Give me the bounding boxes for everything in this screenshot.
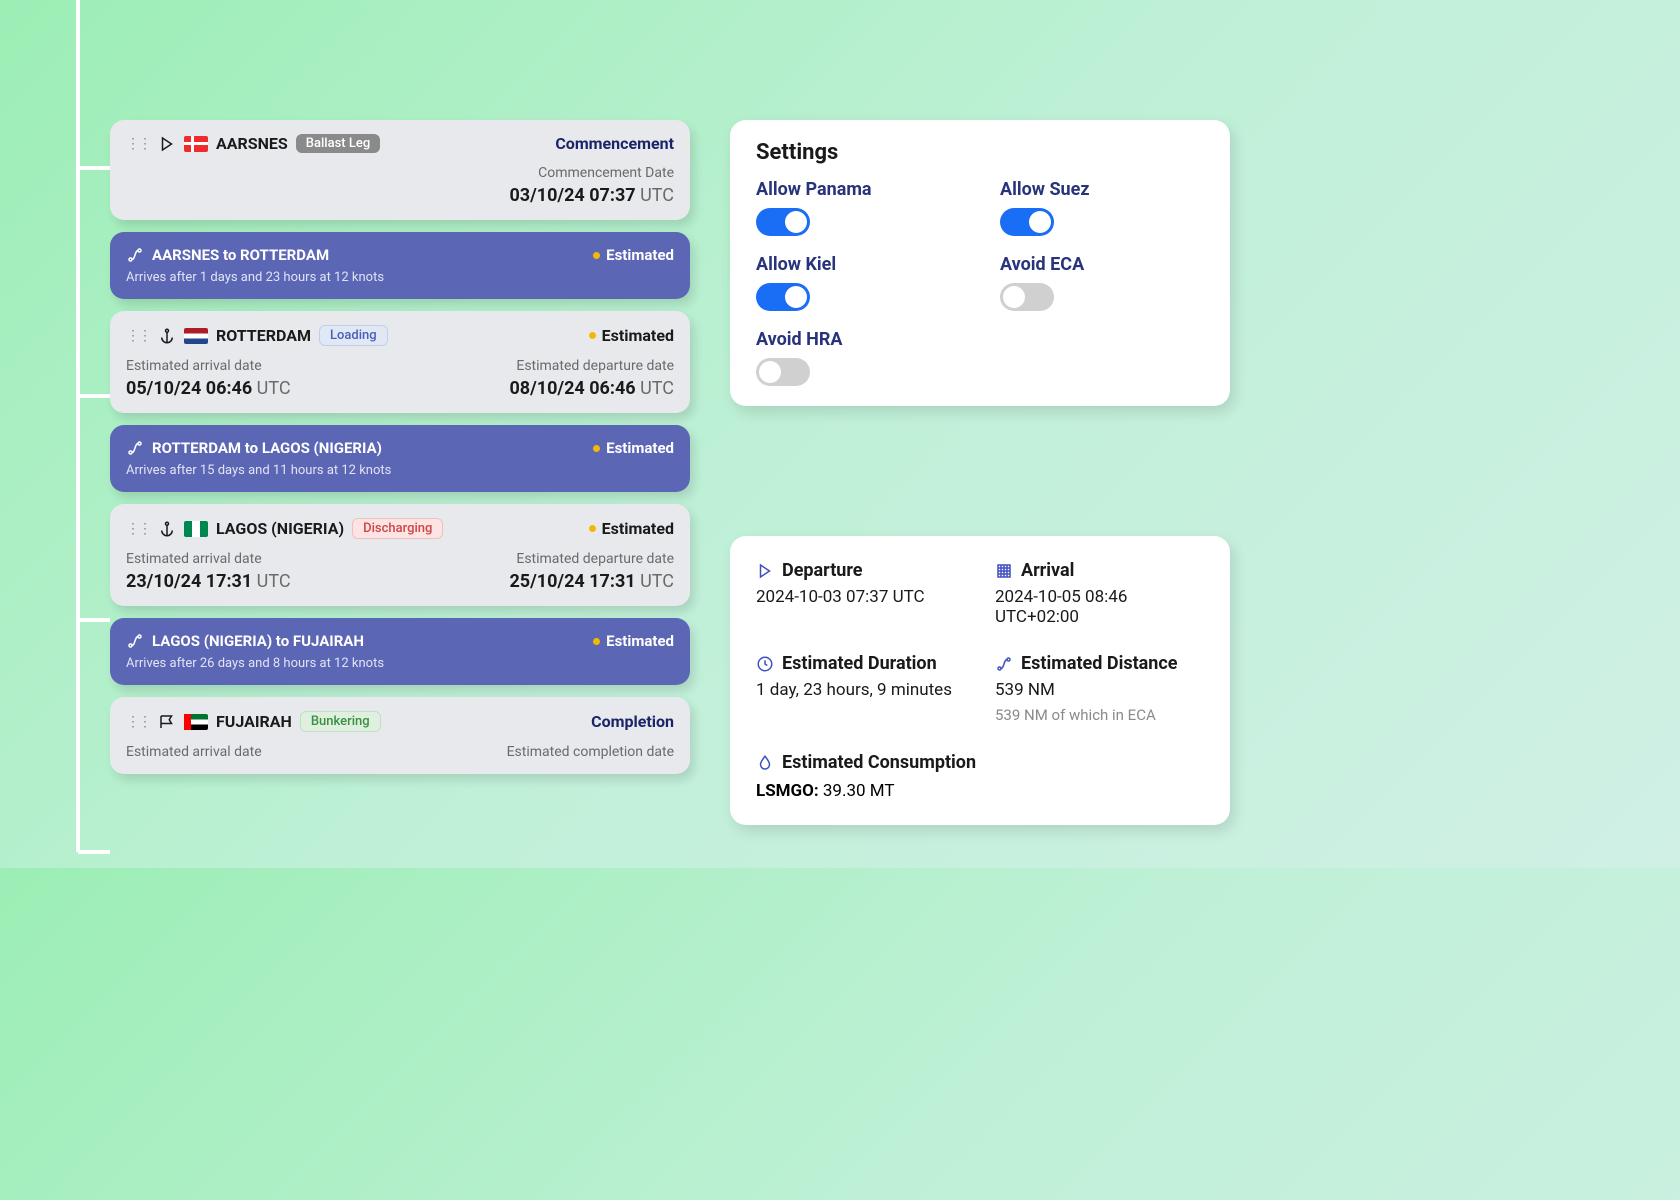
commencement-date: 03/10/24 07:37 xyxy=(509,185,635,206)
arrival-date-label: Estimated arrival date xyxy=(126,744,262,760)
voyage-timeline: ⋮⋮ AARSNES Ballast Leg Commencement Comm… xyxy=(110,120,690,786)
route-icon xyxy=(126,439,144,457)
consumption-fuel: LSMGO: xyxy=(756,781,819,801)
status-dot-icon xyxy=(589,332,596,339)
status-dot-icon xyxy=(593,638,600,645)
timezone: UTC xyxy=(640,185,674,206)
leg-title: AARSNES to ROTTERDAM xyxy=(152,246,329,264)
departure-value: 2024-10-03 07:37 UTC xyxy=(756,587,965,607)
anchor-icon xyxy=(158,327,176,345)
flag-netherlands xyxy=(184,328,208,344)
toggle-label-eca: Avoid ECA xyxy=(1000,254,1204,275)
commencement-date-label: Commencement Date xyxy=(538,165,674,181)
distance-icon xyxy=(995,655,1013,673)
distance-label: Estimated Distance xyxy=(1021,653,1178,674)
departure-date-label: Estimated departure date xyxy=(516,358,674,374)
leg-status: Estimated xyxy=(606,439,674,457)
leg-subtitle: Arrives after 15 days and 11 hours at 12… xyxy=(126,463,674,478)
toggle-allow-suez[interactable] xyxy=(1000,208,1054,236)
status-dot-icon xyxy=(593,445,600,452)
leg-tag: Ballast Leg xyxy=(296,134,380,153)
distance-value: 539 NM xyxy=(995,680,1204,700)
arrival-date: 23/10/24 17:31 xyxy=(126,571,252,592)
port-name: LAGOS (NIGERIA) xyxy=(216,519,344,538)
consumption-amount: 39.30 MT xyxy=(823,781,895,801)
consumption-label: Estimated Consumption xyxy=(782,750,976,775)
route-icon xyxy=(126,246,144,264)
tree-connector-lines xyxy=(0,0,110,868)
toggle-allow-panama[interactable] xyxy=(756,208,810,236)
arrival-icon xyxy=(995,562,1013,580)
flag-norway xyxy=(184,136,208,152)
port-name: AARSNES xyxy=(216,134,288,153)
toggle-label-suez: Allow Suez xyxy=(1000,179,1204,200)
drag-handle-icon[interactable]: ⋮⋮ xyxy=(126,136,150,152)
leg-title: LAGOS (NIGERIA) to FUJAIRAH xyxy=(152,632,364,650)
leg-subtitle: Arrives after 1 days and 23 hours at 12 … xyxy=(126,270,674,285)
port-card-fujairah[interactable]: ⋮⋮ FUJAIRAH Bunkering Completion Estimat… xyxy=(110,697,690,774)
clock-icon xyxy=(756,655,774,673)
droplet-icon xyxy=(756,754,774,772)
play-icon xyxy=(158,135,176,153)
drag-handle-icon[interactable]: ⋮⋮ xyxy=(126,328,150,344)
settings-card: Settings Allow Panama Allow Suez Allow K… xyxy=(730,120,1230,406)
arrival-date: 05/10/24 06:46 xyxy=(126,378,252,399)
drag-handle-icon[interactable]: ⋮⋮ xyxy=(126,714,150,730)
departure-label: Departure xyxy=(782,560,863,581)
drag-handle-icon[interactable]: ⋮⋮ xyxy=(126,521,150,537)
toggle-label-hra: Avoid HRA xyxy=(756,329,960,350)
port-card-lagos[interactable]: ⋮⋮ LAGOS (NIGERIA) Discharging Estimated… xyxy=(110,504,690,606)
flag-nigeria xyxy=(184,521,208,537)
departure-date-label: Estimated departure date xyxy=(516,551,674,567)
settings-title: Settings xyxy=(756,140,1204,165)
activity-tag: Bunkering xyxy=(300,711,381,732)
completion-date-label: Estimated completion date xyxy=(507,744,674,760)
distance-sub: 539 NM of which in ECA xyxy=(995,706,1204,724)
toggle-allow-kiel[interactable] xyxy=(756,283,810,311)
summary-card: Departure 2024-10-03 07:37 UTC Arrival 2… xyxy=(730,536,1230,825)
arrival-label: Arrival xyxy=(1021,560,1074,581)
arrival-date-label: Estimated arrival date xyxy=(126,551,291,567)
duration-label: Estimated Duration xyxy=(782,653,937,674)
activity-tag: Loading xyxy=(319,325,388,346)
leg-card-rotterdam-lagos[interactable]: ROTTERDAM to LAGOS (NIGERIA) Estimated A… xyxy=(110,425,690,492)
leg-title: ROTTERDAM to LAGOS (NIGERIA) xyxy=(152,439,382,457)
finish-flag-icon xyxy=(158,713,176,731)
departure-date: 08/10/24 06:46 xyxy=(509,378,635,399)
arrival-date-label: Estimated arrival date xyxy=(126,358,291,374)
route-icon xyxy=(126,632,144,650)
leg-subtitle: Arrives after 26 days and 8 hours at 12 … xyxy=(126,656,674,671)
toggle-label-panama: Allow Panama xyxy=(756,179,960,200)
activity-tag: Discharging xyxy=(352,518,443,539)
arrival-value: 2024-10-05 08:46 UTC+02:00 xyxy=(995,587,1204,627)
leg-status: Estimated xyxy=(606,632,674,650)
departure-icon xyxy=(756,562,774,580)
duration-value: 1 day, 23 hours, 9 minutes xyxy=(756,680,965,700)
right-panel: Settings Allow Panama Allow Suez Allow K… xyxy=(730,120,1230,825)
port-card-aarsnes[interactable]: ⋮⋮ AARSNES Ballast Leg Commencement Comm… xyxy=(110,120,690,220)
port-card-rotterdam[interactable]: ⋮⋮ ROTTERDAM Loading Estimated Estimated… xyxy=(110,311,690,413)
status-label: Completion xyxy=(591,712,674,731)
status-dot-icon xyxy=(593,252,600,259)
departure-date: 25/10/24 17:31 xyxy=(509,571,635,592)
anchor-icon xyxy=(158,520,176,538)
toggle-avoid-eca[interactable] xyxy=(1000,283,1054,311)
toggle-label-kiel: Allow Kiel xyxy=(756,254,960,275)
flag-uae xyxy=(184,714,208,730)
leg-card-lagos-fujairah[interactable]: LAGOS (NIGERIA) to FUJAIRAH Estimated Ar… xyxy=(110,618,690,685)
port-name: ROTTERDAM xyxy=(216,326,311,345)
port-name: FUJAIRAH xyxy=(216,712,292,731)
status-dot-icon xyxy=(589,525,596,532)
status-label: Estimated xyxy=(602,519,674,538)
status-label: Commencement xyxy=(555,134,674,153)
status-label: Estimated xyxy=(602,326,674,345)
leg-card-aarsnes-rotterdam[interactable]: AARSNES to ROTTERDAM Estimated Arrives a… xyxy=(110,232,690,299)
leg-status: Estimated xyxy=(606,246,674,264)
toggle-avoid-hra[interactable] xyxy=(756,358,810,386)
